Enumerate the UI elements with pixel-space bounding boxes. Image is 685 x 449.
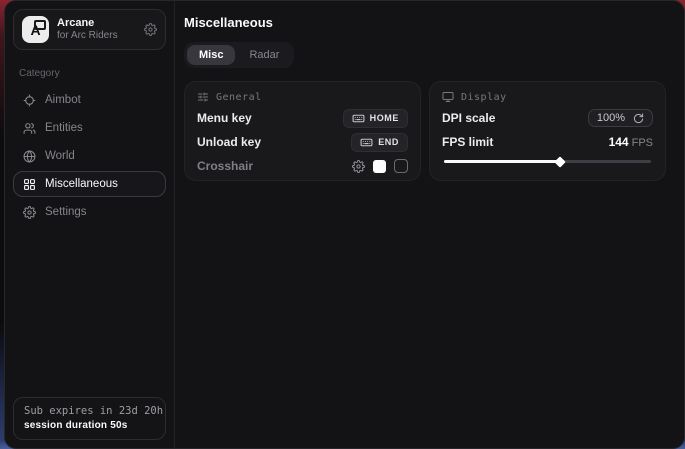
general-card: General Menu key HOME Unload key xyxy=(184,81,421,181)
display-card-header: Display xyxy=(442,91,653,103)
app-logo: A xyxy=(22,16,49,43)
tab-radar[interactable]: Radar xyxy=(237,45,291,65)
fps-slider[interactable] xyxy=(442,156,653,166)
crosshair-icon xyxy=(23,94,36,107)
tab-misc[interactable]: Misc xyxy=(187,45,235,65)
grid-icon xyxy=(23,178,36,191)
crosshair-row: Crosshair xyxy=(197,157,408,175)
menu-key-value: HOME xyxy=(370,113,399,123)
menu-key-row: Menu key HOME xyxy=(197,109,408,127)
fps-limit-unit: FPS xyxy=(632,137,653,149)
sidebar-item-miscellaneous[interactable]: Miscellaneous xyxy=(13,171,166,197)
app-window: A Arcane for Arc Riders Category Aimbot … xyxy=(4,0,685,449)
subscription-card: Sub expires in 23d 20h session duration … xyxy=(13,397,166,440)
unload-key-row: Unload key END xyxy=(197,133,408,151)
sidebar: A Arcane for Arc Riders Category Aimbot … xyxy=(5,1,175,448)
menu-key-label: Menu key xyxy=(197,111,252,125)
sidebar-item-settings[interactable]: Settings xyxy=(13,199,166,225)
unload-key-value: END xyxy=(378,137,399,147)
reset-icon[interactable] xyxy=(633,113,644,124)
users-icon xyxy=(23,122,36,135)
sidebar-item-aimbot[interactable]: Aimbot xyxy=(13,87,166,113)
dpi-scale-value: 100% xyxy=(597,112,625,124)
globe-icon xyxy=(23,150,36,163)
unload-key-label: Unload key xyxy=(197,135,261,149)
unload-key-button[interactable]: END xyxy=(351,133,408,152)
category-label: Category xyxy=(19,68,160,79)
logo-letter: A xyxy=(30,22,40,38)
general-card-title: General xyxy=(216,92,262,103)
main-content: Miscellaneous Misc Radar General Menu ke… xyxy=(175,1,684,448)
gear-icon xyxy=(23,206,36,219)
display-card-title: Display xyxy=(461,92,507,103)
sidebar-item-label: World xyxy=(45,150,75,162)
page-title: Miscellaneous xyxy=(184,15,669,30)
profile-card[interactable]: A Arcane for Arc Riders xyxy=(13,9,166,50)
display-card: Display DPI scale 100% FPS limit 144FPS xyxy=(429,81,666,181)
sidebar-item-label: Miscellaneous xyxy=(45,178,118,190)
app-title: Arcane xyxy=(57,17,136,30)
dpi-scale-row: DPI scale 100% xyxy=(442,109,653,127)
session-duration-text: session duration 50s xyxy=(24,420,155,431)
general-card-header: General xyxy=(197,91,408,103)
dpi-scale-control[interactable]: 100% xyxy=(588,109,653,127)
fps-limit-row: FPS limit 144FPS xyxy=(442,133,653,151)
crosshair-checkbox[interactable] xyxy=(394,159,408,173)
fps-limit-value-group: 144FPS xyxy=(609,133,653,151)
profile-gear-icon[interactable] xyxy=(144,23,157,36)
fps-slider-fill xyxy=(444,160,560,163)
crosshair-controls xyxy=(352,159,408,173)
sub-expiry-text: Sub expires in 23d 20h xyxy=(24,405,155,417)
monitor-icon xyxy=(442,91,454,103)
tab-bar: Misc Radar xyxy=(184,42,294,68)
sidebar-item-label: Settings xyxy=(45,206,87,218)
dpi-scale-label: DPI scale xyxy=(442,111,495,125)
sidebar-item-label: Entities xyxy=(45,122,83,134)
profile-text: Arcane for Arc Riders xyxy=(57,17,136,42)
keyboard-icon xyxy=(352,112,365,125)
app-subtitle: for Arc Riders xyxy=(57,30,136,42)
menu-key-button[interactable]: HOME xyxy=(343,109,408,128)
crosshair-settings-gear-icon[interactable] xyxy=(352,160,365,173)
sidebar-item-entities[interactable]: Entities xyxy=(13,115,166,141)
sidebar-item-label: Aimbot xyxy=(45,94,81,106)
sliders-icon xyxy=(197,91,209,103)
keyboard-icon xyxy=(360,136,373,149)
fps-limit-value: 144 xyxy=(609,135,629,149)
fps-slider-thumb[interactable] xyxy=(554,156,565,167)
fps-limit-label: FPS limit xyxy=(442,135,493,149)
crosshair-label: Crosshair xyxy=(197,159,253,173)
crosshair-color-swatch[interactable] xyxy=(373,160,386,173)
cards-row: General Menu key HOME Unload key xyxy=(184,81,669,181)
sidebar-spacer xyxy=(13,227,166,397)
sidebar-item-world[interactable]: World xyxy=(13,143,166,169)
